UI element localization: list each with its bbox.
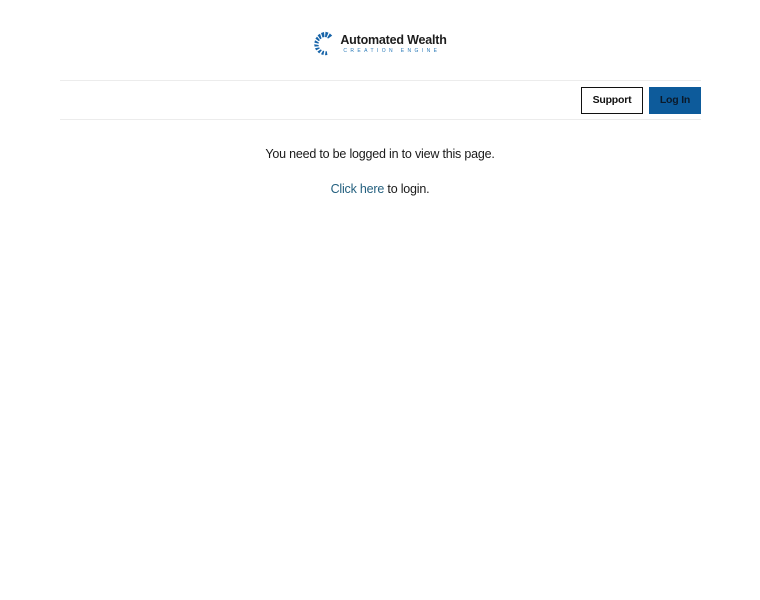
login-prompt: Click here to login. — [0, 182, 760, 196]
login-button[interactable]: Log In — [649, 86, 701, 114]
top-nav-bar: Support Log In — [60, 80, 701, 120]
logo-tagline: CREATION ENGINE — [343, 47, 441, 54]
logo-wordmark: Automated Wealth CREATION ENGINE — [340, 33, 447, 54]
click-here-link[interactable]: Click here — [331, 182, 385, 196]
login-prompt-suffix: to login. — [384, 182, 430, 196]
login-required-message: You need to be logged in to view this pa… — [265, 147, 495, 161]
site-header: Automated Wealth CREATION ENGINE — [0, 0, 760, 80]
main-content: You need to be logged in to view this pa… — [0, 120, 760, 196]
site-logo[interactable]: Automated Wealth CREATION ENGINE — [313, 30, 447, 58]
support-button[interactable]: Support — [581, 86, 643, 114]
logo-title: Automated Wealth — [340, 33, 447, 48]
segmented-wheel-icon — [314, 31, 333, 56]
